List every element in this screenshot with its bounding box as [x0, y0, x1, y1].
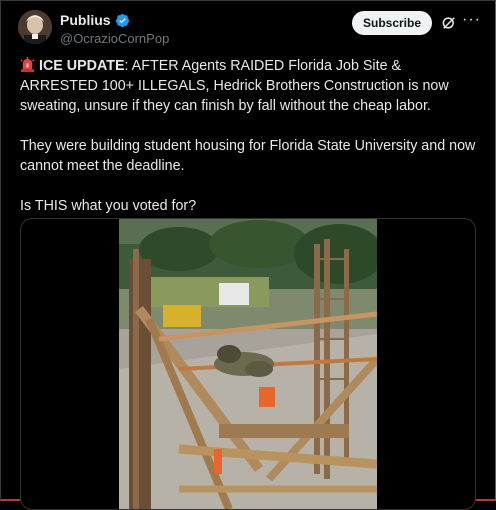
subscribe-button[interactable]: Subscribe: [352, 11, 432, 35]
avatar[interactable]: [18, 10, 52, 44]
author-handle[interactable]: @OcrazioCornPop: [60, 31, 169, 46]
siren-icon: [20, 57, 35, 72]
post-lead-bold: ICE UPDATE: [39, 58, 125, 74]
post-paragraph-2: They were building student housing for F…: [20, 138, 476, 174]
author-name[interactable]: Publius: [60, 12, 111, 28]
author-name-row[interactable]: Publius: [60, 12, 130, 28]
more-options-button[interactable]: ···: [462, 11, 480, 31]
avatar-portrait-icon: [18, 10, 52, 44]
post-body: ICE UPDATE: AFTER Agents RAIDED Florida …: [20, 56, 480, 236]
post-paragraph-1: ICE UPDATE: AFTER Agents RAIDED Florida …: [20, 56, 480, 116]
grok-icon[interactable]: [440, 14, 458, 32]
verified-badge-icon: [115, 13, 129, 27]
video-thumbnail[interactable]: [119, 219, 377, 509]
post-paragraph-3: Is THIS what you voted for?: [20, 198, 197, 214]
post-media[interactable]: [20, 218, 476, 510]
